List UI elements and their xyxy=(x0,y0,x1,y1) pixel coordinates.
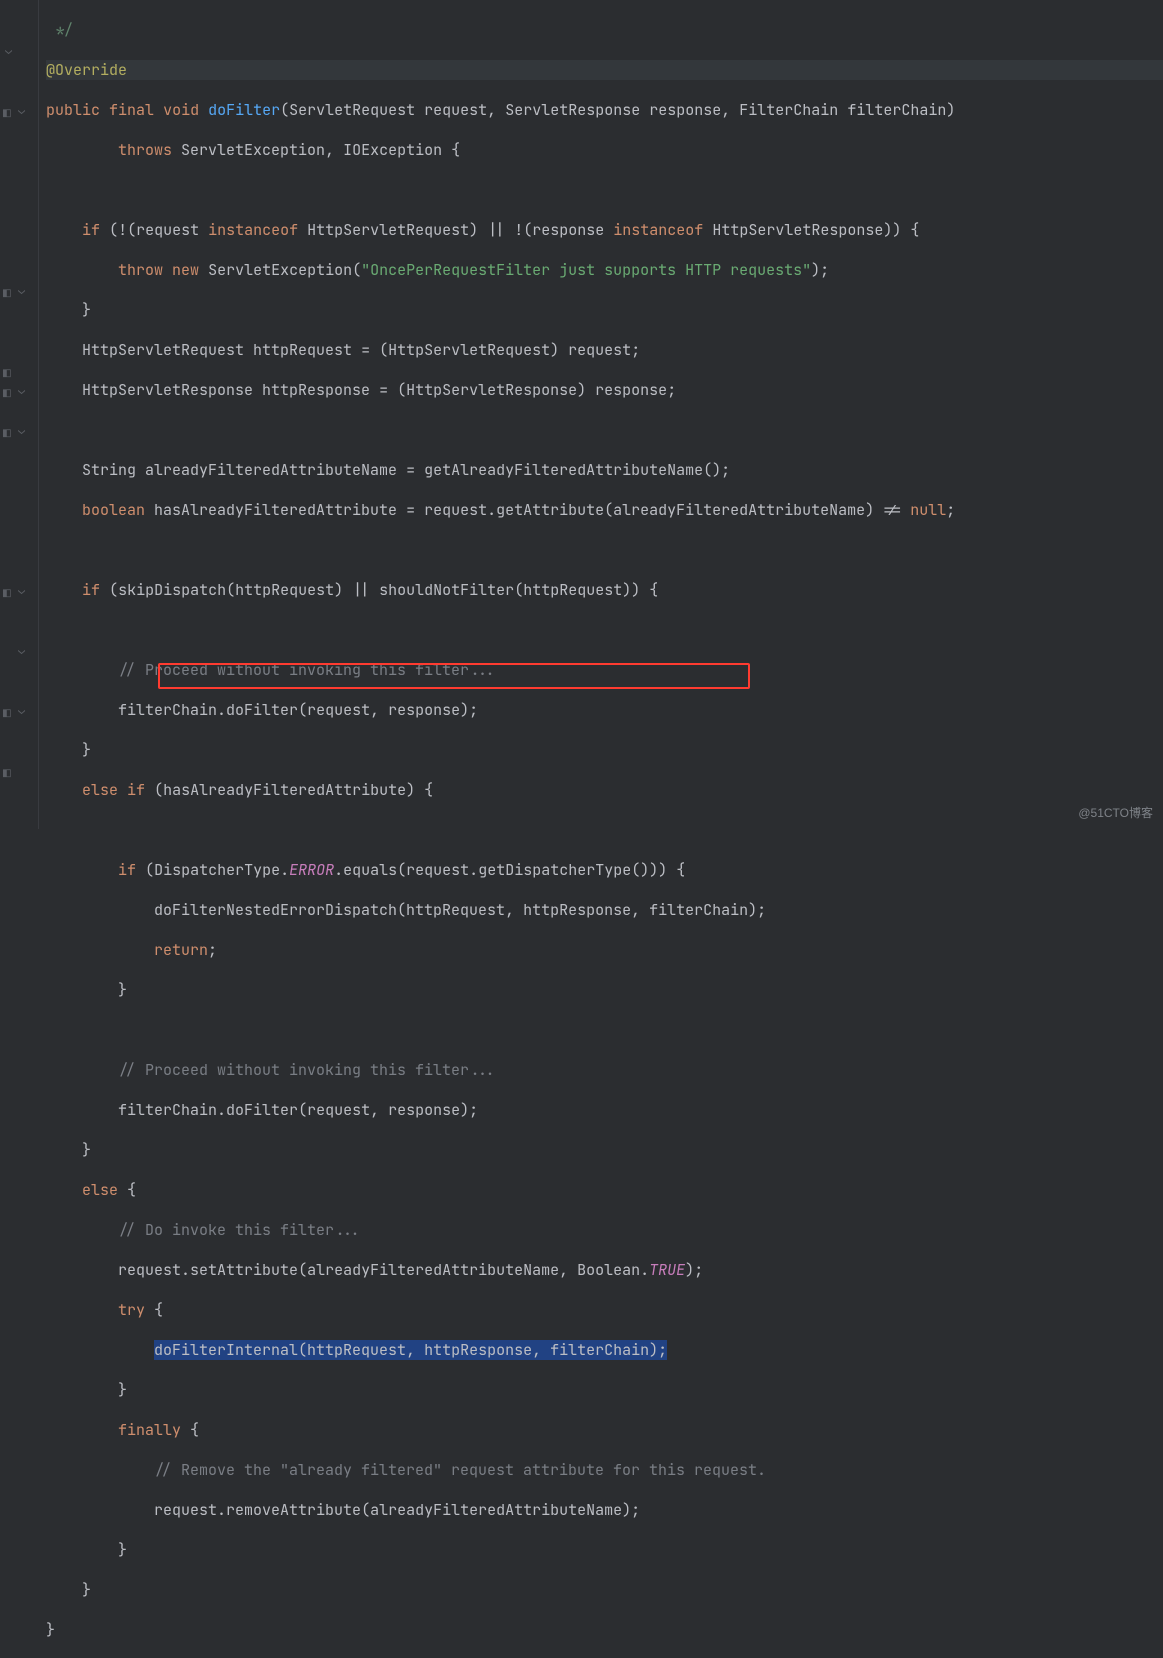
code-line: } xyxy=(46,1140,1163,1160)
code-line: filterChain.doFilter(request, response); xyxy=(46,700,1163,720)
code-line: } xyxy=(46,1580,1163,1600)
code-line: request.setAttribute(alreadyFilteredAttr… xyxy=(46,1260,1163,1280)
code-line xyxy=(46,620,1163,640)
code-line: try { xyxy=(46,1300,1163,1320)
fold-icon[interactable]: ⌄ xyxy=(18,424,30,436)
fold-icon[interactable]: ⌄ xyxy=(18,644,30,656)
code-line: finally { xyxy=(46,1420,1163,1440)
code-line: @Override xyxy=(46,60,1163,80)
code-line: public final void doFilter(ServletReques… xyxy=(46,100,1163,120)
code-line: // Proceed without invoking this filter.… xyxy=(46,660,1163,680)
watermark-text: @51CTO博客 xyxy=(1078,803,1153,823)
code-line: if (skipDispatch(httpRequest) || shouldN… xyxy=(46,580,1163,600)
code-line: if (DispatcherType.ERROR.equals(request.… xyxy=(46,860,1163,880)
code-line: // Remove the "already filtered" request… xyxy=(46,1460,1163,1480)
code-line: */ xyxy=(46,20,1163,40)
code-line: HttpServletResponse httpResponse = (Http… xyxy=(46,380,1163,400)
bookmark-icon[interactable]: ◧ xyxy=(3,364,17,378)
code-line: if (!(request instanceof HttpServletRequ… xyxy=(46,220,1163,240)
code-line: request.removeAttribute(alreadyFilteredA… xyxy=(46,1500,1163,1520)
code-line xyxy=(46,820,1163,840)
code-line: throws ServletException, IOException { xyxy=(46,140,1163,160)
code-line xyxy=(46,1020,1163,1040)
bookmark-icon[interactable]: ◧ xyxy=(3,424,17,438)
code-line: throw new ServletException("OncePerReque… xyxy=(46,260,1163,280)
code-line: filterChain.doFilter(request, response); xyxy=(46,1100,1163,1120)
code-line: } xyxy=(46,980,1163,1000)
code-line: doFilterNestedErrorDispatch(httpRequest,… xyxy=(46,900,1163,920)
code-line: return; xyxy=(46,940,1163,960)
bookmark-icon[interactable]: ◧ xyxy=(3,764,17,778)
code-line: } xyxy=(46,1620,1163,1640)
code-line xyxy=(46,420,1163,440)
fold-icon[interactable]: ⌄ xyxy=(18,384,30,396)
bookmark-icon[interactable]: ◧ xyxy=(3,284,17,298)
code-line: // Proceed without invoking this filter.… xyxy=(46,1060,1163,1080)
code-line: } xyxy=(46,740,1163,760)
bookmark-icon[interactable]: ◧ xyxy=(3,584,17,598)
fold-icon[interactable]: ⌄ xyxy=(18,104,30,116)
fold-icon[interactable]: ⌄ xyxy=(18,704,30,716)
bookmark-icon[interactable]: ◧ xyxy=(3,104,17,118)
editor-gutter: ⌄ ◧ ⌄ ◧ ⌄ ◧ ◧ ⌄ ◧ ⌄ ◧ ⌄ ⌄ ◧ ⌄ ◧ xyxy=(0,0,39,829)
editor-code-area[interactable]: */ @Override public final void doFilter(… xyxy=(38,0,1163,1658)
bookmark-icon[interactable]: ◧ xyxy=(3,704,17,718)
fold-icon[interactable]: ⌄ xyxy=(18,584,30,596)
fold-icon[interactable]: ⌄ xyxy=(18,284,30,296)
code-line: String alreadyFilteredAttributeName = ge… xyxy=(46,460,1163,480)
fold-icon[interactable]: ⌄ xyxy=(5,44,17,56)
code-line: else if (hasAlreadyFilteredAttribute) { xyxy=(46,780,1163,800)
code-line: } xyxy=(46,1540,1163,1560)
code-line: // Do invoke this filter... xyxy=(46,1220,1163,1240)
code-line: HttpServletRequest httpRequest = (HttpSe… xyxy=(46,340,1163,360)
code-line: else { xyxy=(46,1180,1163,1200)
bookmark-icon[interactable]: ◧ xyxy=(3,384,17,398)
code-line: doFilterInternal(httpRequest, httpRespon… xyxy=(46,1340,1163,1360)
code-line: } xyxy=(46,300,1163,320)
code-line xyxy=(46,540,1163,560)
code-line: } xyxy=(46,1380,1163,1400)
code-line: boolean hasAlreadyFilteredAttribute = re… xyxy=(46,500,1163,520)
code-line xyxy=(46,180,1163,200)
